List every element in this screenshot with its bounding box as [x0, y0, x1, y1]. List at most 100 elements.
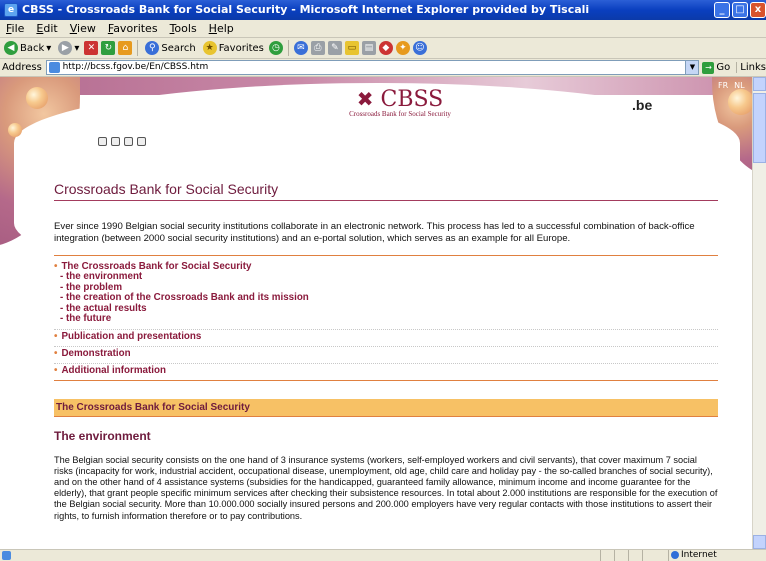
nav-sub-creation[interactable]: - the creation of the Crossroads Bank an… [54, 292, 718, 304]
address-url: http://bcss.fgov.be/En/CBSS.htm [62, 62, 209, 72]
page-icon [48, 62, 60, 73]
main-content: Crossroads Bank for Social Security Ever… [54, 181, 718, 522]
search-button[interactable]: ⚲ Search [143, 41, 197, 55]
forward-arrow-icon: ▶ [58, 41, 73, 55]
status-cell [614, 550, 628, 561]
history-icon[interactable]: ◷ [268, 41, 283, 55]
menu-favorites[interactable]: Favorites [108, 22, 158, 35]
search-icon[interactable] [124, 137, 133, 146]
favorites-button[interactable]: ★ Favorites [201, 41, 266, 55]
back-button[interactable]: ◀ Back ▾ [2, 41, 53, 55]
star-icon: ★ [202, 41, 217, 55]
close-button[interactable]: x [750, 2, 766, 18]
section-heading-bar: The Crossroads Bank for Social Security [54, 398, 718, 417]
scroll-down-button[interactable] [753, 535, 766, 549]
menu-file[interactable]: File [6, 22, 24, 35]
nav-link-demonstration[interactable]: Demonstration [61, 348, 130, 359]
status-cell [642, 550, 656, 561]
bullet-icon: • [54, 261, 58, 272]
minimize-button[interactable]: _ [714, 2, 730, 18]
mail-icon[interactable]: ✉ [293, 41, 308, 55]
nav-item-cbss: • The Crossroads Bank for Social Security… [54, 260, 718, 330]
nav-item-demonstration: • Demonstration [54, 347, 718, 364]
vertical-scrollbar[interactable] [752, 77, 766, 549]
page-viewport: ✖ CBSS Crossroads Bank for Social Securi… [0, 77, 752, 549]
people-icon[interactable]: ☺ [412, 41, 427, 55]
menu-help[interactable]: Help [209, 22, 234, 35]
window-title: CBSS - Crossroads Bank for Social Securi… [22, 3, 590, 16]
refresh-icon[interactable]: ↻ [101, 41, 116, 55]
status-bar: Internet [0, 549, 766, 561]
window-controls: _ □ x [714, 2, 766, 18]
bullet-icon: • [54, 364, 58, 376]
page-done-icon [2, 551, 11, 560]
be-portal-logo[interactable]: .be [632, 97, 652, 113]
favorites-label: Favorites [218, 42, 264, 54]
address-label: Address [2, 62, 42, 73]
nav-link-publications[interactable]: Publication and presentations [61, 331, 201, 342]
bubble-decoration [728, 89, 752, 115]
messenger-icon[interactable]: ◆ [378, 41, 393, 55]
address-input[interactable]: http://bcss.fgov.be/En/CBSS.htm ▼ [45, 60, 700, 75]
maximize-button[interactable]: □ [732, 2, 748, 18]
body-paragraph: The Belgian social security consists on … [54, 454, 718, 521]
back-label: Back [20, 42, 45, 54]
status-cell [600, 550, 614, 561]
toolbar: ◀ Back ▾ ▶ ▾ ✕ ↻ ⌂ ⚲ Search ★ Favorites … [0, 38, 766, 59]
scroll-up-button[interactable] [753, 77, 766, 91]
window-title-bar: e CBSS - Crossroads Bank for Social Secu… [0, 0, 766, 20]
home-icon[interactable]: ⌂ [118, 41, 133, 55]
bullet-icon: • [54, 330, 58, 342]
search-label: Search [161, 42, 196, 54]
mail-icon[interactable] [137, 137, 146, 146]
lang-nl-link[interactable]: NL [734, 81, 744, 90]
logo-tagline: Crossroads Bank for Social Security [349, 110, 451, 118]
print-icon[interactable]: ⎙ [310, 41, 325, 55]
print-icon[interactable] [111, 137, 120, 146]
back-arrow-icon: ◀ [4, 41, 18, 55]
menu-tools[interactable]: Tools [170, 22, 197, 35]
logo-text: CBSS [380, 87, 444, 112]
menu-edit[interactable]: Edit [36, 22, 57, 35]
lang-fr-link[interactable]: FR [718, 81, 728, 90]
logo-wordmark: ✖ CBSS [340, 87, 460, 112]
forward-button[interactable]: ▶ ▾ [56, 41, 81, 55]
nav-item-publications: • Publication and presentations [54, 330, 718, 347]
page-icon[interactable]: ▤ [361, 41, 376, 55]
logo-mark-icon: ✖ [356, 87, 374, 111]
cbss-logo[interactable]: ✖ CBSS Crossroads Bank for Social Securi… [340, 87, 460, 118]
page-title: Crossroads Bank for Social Security [54, 181, 718, 201]
language-switcher: FR NL [718, 81, 745, 90]
nav-sub-results[interactable]: - the actual results [54, 303, 718, 315]
chevron-down-icon: ▾ [74, 42, 80, 54]
status-cells [600, 550, 656, 561]
menu-view[interactable]: View [70, 22, 96, 35]
bubble-decoration [26, 87, 48, 109]
address-bar: Address http://bcss.fgov.be/En/CBSS.htm … [0, 59, 766, 77]
bubble-decoration [8, 123, 22, 137]
zone-label: Internet [681, 550, 717, 560]
go-button[interactable]: → Go [702, 61, 730, 74]
print-icon[interactable] [98, 137, 107, 146]
tiscali-icon[interactable]: ✦ [395, 41, 410, 55]
edit-icon[interactable]: ✎ [327, 41, 342, 55]
scroll-thumb[interactable] [753, 93, 766, 163]
status-cell [628, 550, 642, 561]
toolbar-separator [287, 40, 289, 56]
chevron-down-icon[interactable]: ▼ [685, 61, 699, 74]
folder-icon[interactable]: ▭ [344, 41, 359, 55]
nav-item-additional: • Additional information [54, 364, 718, 381]
section-subheading: The environment [54, 428, 151, 443]
links-button[interactable]: Links [736, 62, 766, 73]
go-arrow-icon: → [702, 61, 715, 74]
topic-nav: • The Crossroads Bank for Social Security… [54, 255, 718, 381]
nav-sub-environment[interactable]: - the environment [54, 271, 718, 283]
ie-icon: e [4, 3, 18, 17]
nav-sub-future[interactable]: - the future [54, 313, 718, 325]
stop-icon[interactable]: ✕ [84, 41, 99, 55]
intro-paragraph: Ever since 1990 Belgian social security … [54, 221, 695, 244]
bullet-icon: • [54, 347, 58, 359]
chevron-down-icon: ▾ [46, 42, 52, 54]
security-zone: Internet [668, 550, 717, 561]
nav-link-additional[interactable]: Additional information [61, 365, 166, 376]
